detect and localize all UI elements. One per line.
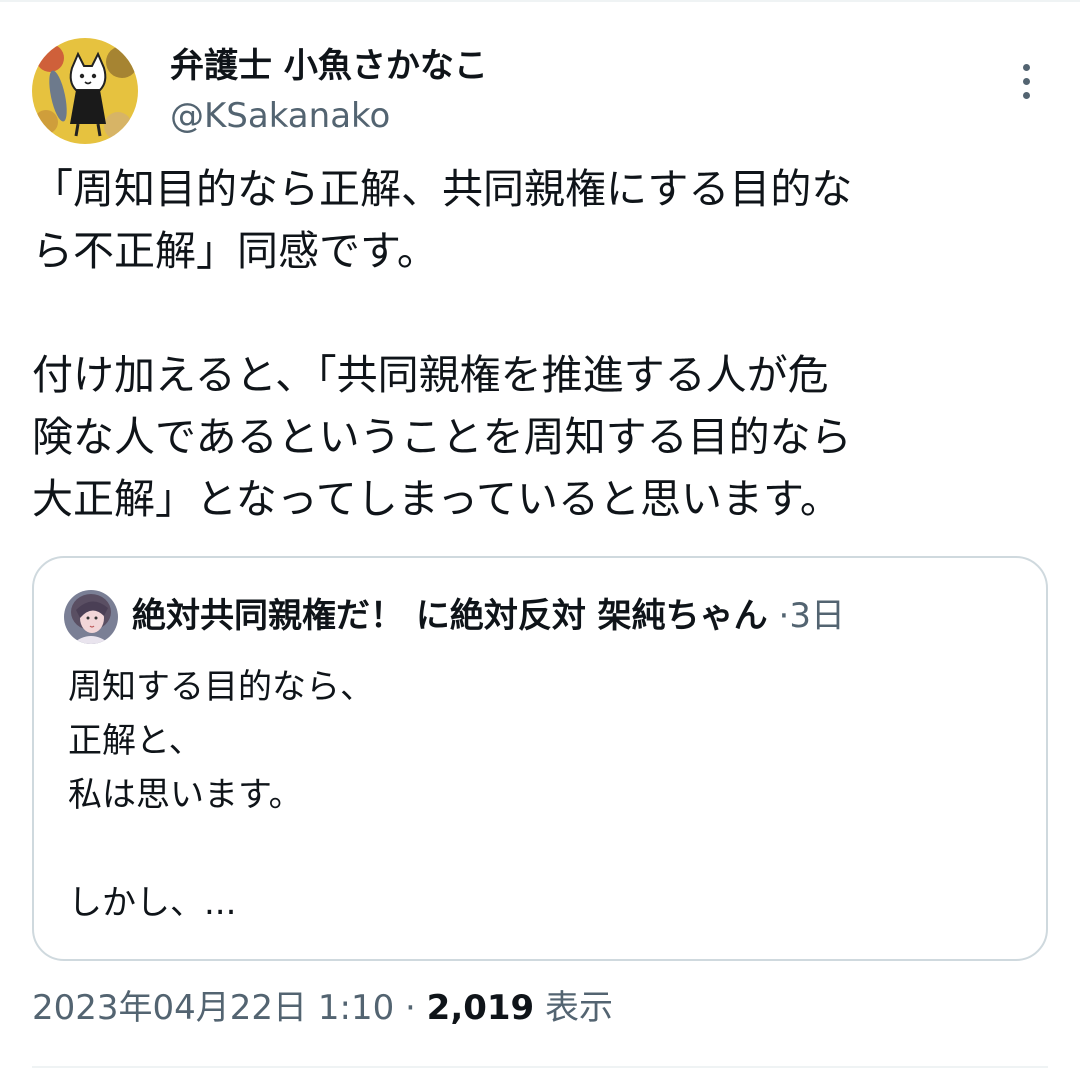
portrait-avatar-icon: [64, 590, 118, 644]
quoted-tweet-header: 絶対共同親権だ！ に絶対反対 架純ちゃん ·3日: [132, 592, 845, 640]
quoted-text-line: しかし、...: [68, 883, 237, 923]
tweet-text-line: 「周知目的なら正解、共同親権にする目的な: [32, 165, 853, 213]
quoted-tweet-time: 3日: [789, 596, 845, 636]
bottom-divider: [32, 1066, 1048, 1068]
quoted-text-line: 私は思います。: [68, 775, 303, 815]
views-count: 2,019: [426, 988, 535, 1028]
more-dot-icon: [1022, 63, 1030, 71]
author-display-name[interactable]: 弁護士 小魚さかなこ: [170, 44, 488, 88]
views-label: 表示: [545, 988, 614, 1028]
meta-separator: ·: [405, 988, 416, 1028]
quoted-header-separator: ·: [778, 596, 790, 636]
tweet-text-line: 大正解」となってしまっていると思います。: [32, 475, 841, 523]
quoted-text-line: 正解と、: [68, 721, 203, 761]
tweet-text-line: 付け加えると、「共同親権を推進する人が危: [32, 351, 829, 399]
quoted-author-avatar: [64, 590, 118, 644]
more-options-button[interactable]: [1004, 58, 1048, 104]
tweet-text-line: ら不正解」同感です。: [32, 227, 438, 275]
tweet-text-line: 険な人であるということを周知する目的なら: [32, 413, 852, 461]
tweet-meta: 2023年04月22日 1:10 · 2,019 表示: [32, 984, 613, 1032]
quoted-author-name: 絶対共同親権だ！ に絶対反対 架純ちゃん: [132, 596, 768, 636]
cat-with-fish-avatar-icon: [32, 38, 138, 144]
tweet-timestamp[interactable]: 2023年04月22日 1:10: [32, 988, 394, 1028]
quoted-tweet-card[interactable]: 絶対共同親権だ！ に絶対反対 架純ちゃん ·3日 周知する目的なら、 正解と、 …: [32, 556, 1048, 961]
quoted-text-line: 周知する目的なら、: [68, 667, 374, 707]
more-dot-icon: [1022, 77, 1030, 85]
more-dot-icon: [1022, 91, 1030, 99]
quoted-tweet-text: 周知する目的なら、 正解と、 私は思います。 しかし、...: [68, 660, 374, 930]
tweet-text: 「周知目的なら正解、共同親権にする目的な ら不正解」同感です。 付け加えると、「…: [32, 158, 1042, 530]
author-avatar[interactable]: [32, 38, 138, 144]
author-handle[interactable]: @KSakanako: [170, 94, 390, 138]
top-divider: [0, 0, 1080, 2]
